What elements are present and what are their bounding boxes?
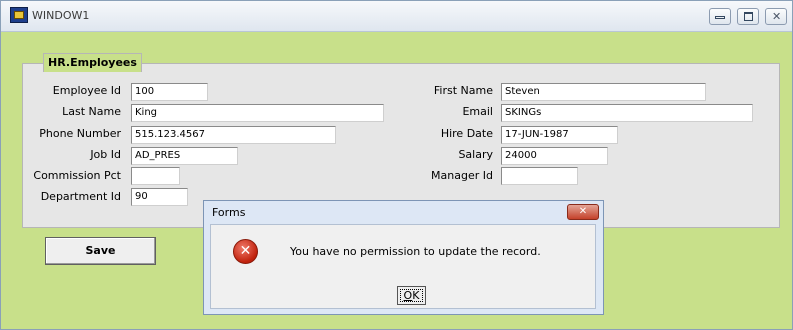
forms-app-icon — [10, 7, 28, 23]
hire-date-field[interactable]: 17-JUN-1987 — [501, 126, 618, 144]
minimize-icon — [715, 16, 725, 19]
salary-field[interactable]: 24000 — [501, 147, 608, 165]
ok-accelerator: O — [403, 289, 413, 302]
email-field[interactable]: SKINGs — [501, 104, 753, 122]
save-button[interactable]: Save — [45, 237, 156, 265]
close-icon: ✕ — [772, 10, 782, 23]
dialog-close-button[interactable]: ✕ — [567, 204, 599, 220]
phone-number-label: Phone Number — [39, 127, 121, 140]
hire-date-label: Hire Date — [440, 127, 493, 140]
phone-number-field[interactable]: 515.123.4567 — [131, 126, 336, 144]
job-id-label: Job Id — [90, 148, 121, 161]
employee-id-field[interactable]: 100 — [131, 83, 208, 101]
minimize-button[interactable] — [709, 8, 731, 25]
group-title: HR.Employees — [43, 53, 142, 72]
manager-id-label: Manager Id — [431, 169, 493, 182]
dialog-body: ✕ You have no permission to update the r… — [210, 224, 596, 309]
commission-pct-label: Commission Pct — [33, 169, 121, 182]
employee-id-label: Employee Id — [52, 84, 121, 97]
department-id-label: Department Id — [40, 190, 121, 203]
manager-id-field[interactable] — [501, 167, 578, 185]
commission-pct-field[interactable] — [131, 167, 180, 185]
last-name-label: Last Name — [62, 105, 121, 118]
forms-error-dialog: Forms ✕ ✕ You have no permission to upda… — [203, 200, 604, 315]
dialog-message: You have no permission to update the rec… — [290, 245, 541, 258]
ok-label-rest: K — [412, 289, 420, 302]
department-id-field[interactable]: 90 — [131, 188, 188, 206]
title-bar[interactable]: WINDOW1 ✕ — [1, 1, 792, 32]
dialog-title: Forms — [212, 206, 246, 219]
window-title: WINDOW1 — [32, 9, 90, 22]
maximize-button[interactable] — [737, 8, 759, 25]
job-id-field[interactable]: AD_PRES — [131, 147, 238, 165]
ok-button[interactable]: OK — [397, 286, 426, 305]
close-button[interactable]: ✕ — [765, 8, 787, 25]
last-name-field[interactable]: King — [131, 104, 384, 122]
maximize-icon — [744, 12, 753, 21]
email-label: Email — [462, 105, 493, 118]
error-icon: ✕ — [233, 239, 258, 264]
first-name-field[interactable]: Steven — [501, 83, 706, 101]
salary-label: Salary — [458, 148, 493, 161]
first-name-label: First Name — [433, 84, 493, 97]
